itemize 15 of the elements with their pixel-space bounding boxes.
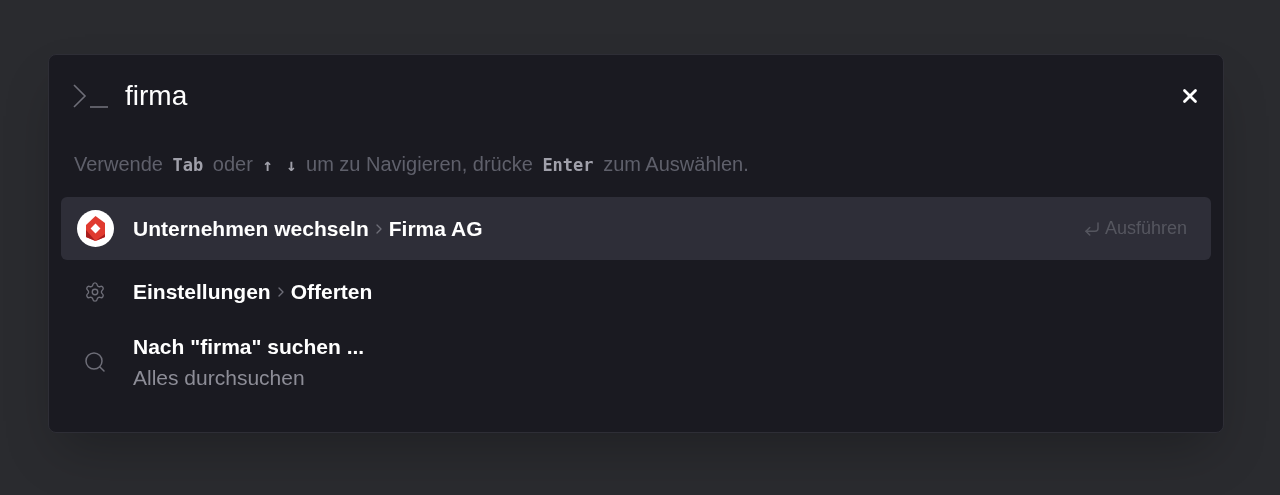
search-icon <box>83 350 107 374</box>
settings-icon <box>84 280 106 303</box>
result-item[interactable]: Nach "firma" suchen ... Alles durchsuchen <box>61 323 1211 401</box>
keyboard-hint: Verwende Tab oder ↑ ↓ um zu Navigieren, drücke Enter zum Auswählen. <box>73 152 750 177</box>
terminal-prompt-icon <box>73 83 109 109</box>
result-subtitle: Alles durchsuchen <box>133 365 306 391</box>
search-input[interactable]: firma <box>125 75 425 117</box>
result-target: Offerten <box>290 278 373 305</box>
result-target: Firma AG <box>388 215 483 242</box>
result-item[interactable]: Einstellungen Offerten <box>61 260 1211 323</box>
enter-icon <box>1082 219 1101 238</box>
company-logo-icon <box>76 210 114 247</box>
result-title: Unternehmen wechseln <box>133 215 369 242</box>
result-title: Einstellungen <box>133 278 271 305</box>
result-title: Nach "firma" suchen ... <box>133 333 365 360</box>
